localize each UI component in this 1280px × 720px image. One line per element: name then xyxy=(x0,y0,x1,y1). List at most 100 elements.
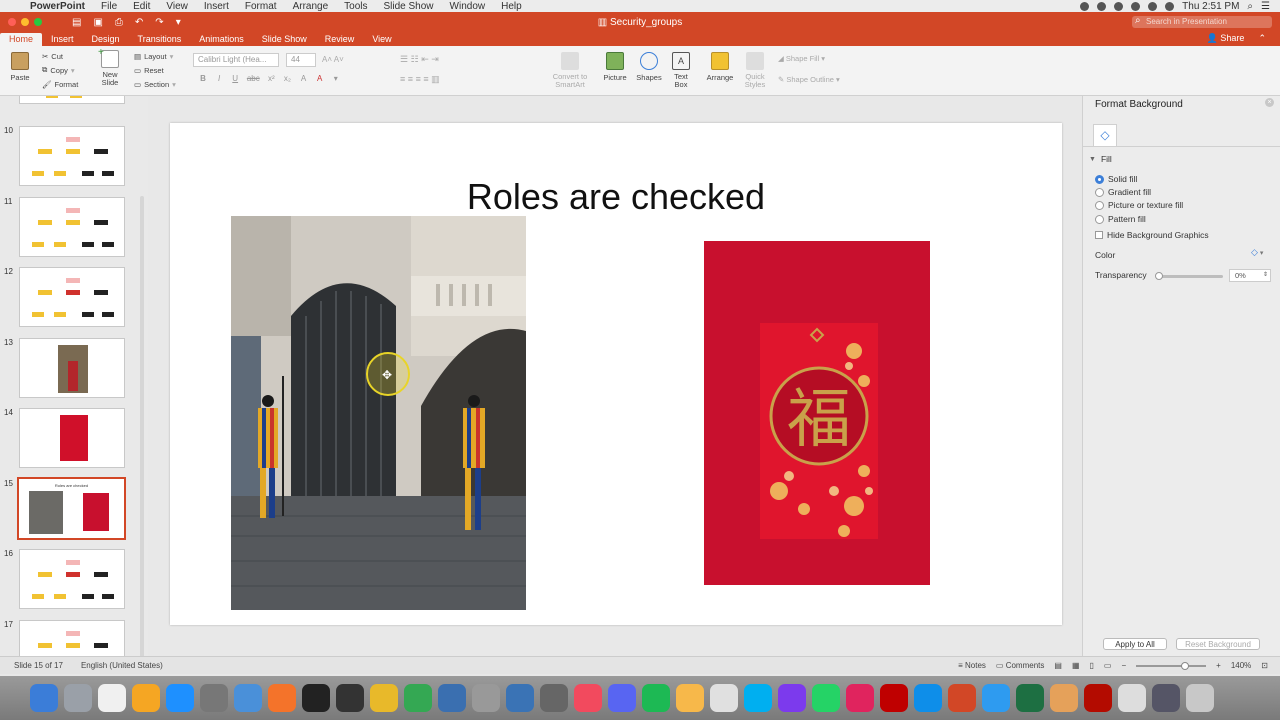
italic-button[interactable]: I xyxy=(212,74,226,86)
tab-animations[interactable]: Animations xyxy=(190,33,253,46)
undo-icon[interactable]: ↶ xyxy=(135,17,143,28)
finder-window-icon[interactable] xyxy=(1118,684,1146,712)
slide-thumbnail[interactable] xyxy=(19,197,125,257)
menu-view[interactable]: View xyxy=(158,1,196,12)
app-store-icon[interactable] xyxy=(166,684,194,712)
redo-icon[interactable]: ↷ xyxy=(155,17,163,28)
menu-arrange[interactable]: Arrange xyxy=(285,1,337,12)
status-icon[interactable] xyxy=(1114,1,1124,11)
messages-icon[interactable] xyxy=(982,684,1010,712)
zoom-level[interactable]: 140% xyxy=(1231,661,1251,670)
shape-fill-button[interactable]: ◢ Shape Fill ▾ xyxy=(778,54,825,63)
gradient-fill-radio[interactable]: Gradient fill xyxy=(1095,187,1151,197)
status-icon[interactable] xyxy=(1080,1,1090,11)
tab-transitions[interactable]: Transitions xyxy=(129,33,191,46)
collapse-ribbon-icon[interactable]: ⌃ xyxy=(1258,33,1266,44)
new-slide-button[interactable]: + New Slide xyxy=(96,47,124,87)
fill-bucket-icon[interactable]: ◇ xyxy=(1093,124,1117,146)
battery-icon[interactable] xyxy=(1165,1,1175,11)
tab-slide-show[interactable]: Slide Show xyxy=(253,33,316,46)
font-size-select[interactable]: 44 xyxy=(286,53,316,67)
slide-thumbnail-selected[interactable]: Roles are checked xyxy=(17,477,126,540)
shape-outline-button[interactable]: ✎ Shape Outline ▾ xyxy=(778,75,840,84)
strikethrough-button[interactable]: abc xyxy=(244,74,262,86)
powerpoint-icon[interactable] xyxy=(948,684,976,712)
acrobat-icon[interactable] xyxy=(1084,684,1112,712)
slide-thumbnail[interactable] xyxy=(19,549,125,609)
chrome-icon[interactable] xyxy=(370,684,398,712)
status-icon[interactable] xyxy=(1097,1,1107,11)
zoom-slider-thumb[interactable] xyxy=(1181,661,1190,670)
fill-section-header[interactable]: ▼ Fill xyxy=(1089,154,1112,164)
safari-icon[interactable] xyxy=(64,684,92,712)
shapes-button[interactable]: Shapes xyxy=(634,52,664,82)
outdent-icon[interactable]: ⇥ xyxy=(431,54,439,64)
bold-button[interactable]: B xyxy=(196,74,210,86)
reset-background-button[interactable]: Reset Background xyxy=(1176,638,1260,650)
red-envelope-photo[interactable]: 福 xyxy=(704,241,930,585)
slider-thumb[interactable] xyxy=(1155,272,1163,280)
radio-button[interactable] xyxy=(1095,187,1104,197)
hide-background-graphics-checkbox[interactable]: Hide Background Graphics xyxy=(1095,230,1209,240)
airmail-icon[interactable] xyxy=(846,684,874,712)
align-center-icon[interactable]: ≡ xyxy=(408,74,413,84)
filezilla-icon[interactable] xyxy=(880,684,908,712)
align-buttons[interactable]: ≡ ≡ ≡ ≡ ▥ xyxy=(400,74,440,85)
zoom-slider[interactable] xyxy=(1136,661,1207,670)
tab-home[interactable]: Home xyxy=(0,33,43,46)
discord-icon[interactable] xyxy=(608,684,636,712)
tab-design[interactable]: Design xyxy=(83,33,129,46)
tab-view[interactable]: View xyxy=(363,33,400,46)
sublime-icon[interactable] xyxy=(268,684,296,712)
menu-help[interactable]: Help xyxy=(493,1,530,12)
transparency-input[interactable]: 0% ⇕ xyxy=(1229,269,1271,282)
color-picker-button[interactable]: ◇ ▾ xyxy=(1251,247,1273,260)
menu-file[interactable]: File xyxy=(93,1,125,12)
font-color-icon[interactable]: A xyxy=(313,74,327,86)
close-window-icon[interactable] xyxy=(8,18,16,26)
search-input[interactable]: Search in Presentation xyxy=(1132,15,1272,28)
justify-icon[interactable]: ≡ xyxy=(423,74,428,84)
zoom-in-icon[interactable]: + xyxy=(1216,661,1221,670)
normal-view-icon[interactable]: ▤ xyxy=(1054,661,1062,670)
language-indicator[interactable]: English (United States) xyxy=(81,661,163,670)
slide-thumbnail[interactable] xyxy=(19,620,125,656)
slide-sorter-icon[interactable]: ▦ xyxy=(1072,661,1080,670)
menu-edit[interactable]: Edit xyxy=(125,1,158,12)
reeder-icon[interactable] xyxy=(132,684,160,712)
indent-icon[interactable]: ⇤ xyxy=(421,54,429,64)
save-icon[interactable]: ▣ xyxy=(93,17,102,28)
menu-slide-show[interactable]: Slide Show xyxy=(376,1,442,12)
drive-icon[interactable] xyxy=(404,684,432,712)
stepper-icon[interactable]: ⇕ xyxy=(1263,270,1268,281)
calendar-icon[interactable] xyxy=(98,684,126,712)
menu-insert[interactable]: Insert xyxy=(196,1,237,12)
trash-icon[interactable] xyxy=(1186,684,1214,712)
radio-button[interactable] xyxy=(1095,200,1104,210)
xcode-icon[interactable] xyxy=(234,684,262,712)
transparency-slider[interactable] xyxy=(1155,272,1223,280)
ftp-icon[interactable] xyxy=(438,684,466,712)
screen-icon[interactable] xyxy=(1152,684,1180,712)
photos-icon[interactable] xyxy=(676,684,704,712)
menu-window[interactable]: Window xyxy=(442,1,494,12)
list-buttons[interactable]: ☰ ☷ ⇤ ⇥ xyxy=(400,54,439,65)
picture-button[interactable]: Picture xyxy=(600,52,630,82)
section-button[interactable]: ▭ Section ▾ xyxy=(134,77,176,91)
clock-icon[interactable] xyxy=(540,684,568,712)
excel-icon[interactable] xyxy=(1016,684,1044,712)
skype-icon[interactable] xyxy=(744,684,772,712)
convert-smartart-button[interactable]: Convert to SmartArt xyxy=(548,52,592,89)
share-button[interactable]: 👤 Share xyxy=(1207,33,1245,44)
tab-insert[interactable]: Insert xyxy=(42,33,83,46)
swiss-guards-photo[interactable]: ✥ xyxy=(231,216,526,610)
columns-icon[interactable]: ▥ xyxy=(431,74,440,84)
activity-icon[interactable] xyxy=(336,684,364,712)
java-icon[interactable] xyxy=(1050,684,1078,712)
system-preferences-icon[interactable] xyxy=(200,684,228,712)
customize-toolbar-icon[interactable]: ▾ xyxy=(176,17,181,28)
cut-button[interactable]: ✂ Cut xyxy=(42,49,78,63)
finder-icon[interactable] xyxy=(30,684,58,712)
checkbox[interactable] xyxy=(1095,231,1103,239)
radio-button[interactable] xyxy=(1095,174,1104,184)
